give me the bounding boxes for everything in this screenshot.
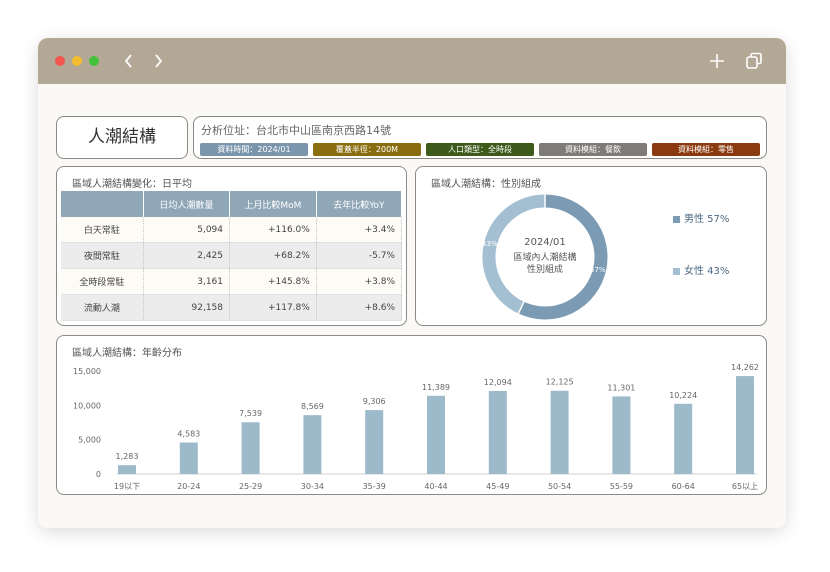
analysis-info-card: 分析位址：台北市中山區南京西路14號 資料時間：2024/01 覆蓋半徑：200… bbox=[193, 116, 767, 159]
age-bar-chart: 0 5,000 10,000 15,000 1,283 19以下 4,583 20-24 7,5… bbox=[73, 363, 759, 491]
table-header-blank bbox=[61, 191, 144, 217]
bar-value-label: 12,125 bbox=[546, 378, 574, 387]
bar bbox=[303, 415, 322, 474]
row-yoy: -5.7% bbox=[316, 242, 403, 269]
bar-value-label: 1,283 bbox=[116, 452, 139, 461]
analysis-address: 分析位址：台北市中山區南京西路14號 bbox=[201, 124, 391, 137]
legend-male-swatch bbox=[673, 215, 680, 223]
y-tick-label: 15,000 bbox=[73, 367, 101, 376]
tag-population-type: 人口類型：全時段 bbox=[426, 143, 534, 156]
legend-male-label: 男性 57% bbox=[684, 214, 730, 225]
bar bbox=[612, 396, 631, 474]
bar bbox=[488, 390, 507, 474]
x-tick-label: 45-49 bbox=[486, 482, 509, 491]
donut-center-date: 2024/01 bbox=[524, 237, 566, 248]
x-tick-label: 60-64 bbox=[672, 482, 695, 491]
table-header-count: 日均人潮數量 bbox=[143, 191, 231, 217]
bar bbox=[550, 390, 569, 474]
minimize-window-button[interactable] bbox=[72, 56, 82, 66]
browser-titlebar bbox=[38, 38, 786, 84]
bar-value-label: 8,569 bbox=[301, 402, 324, 411]
row-mom: +116.0% bbox=[229, 217, 317, 243]
row-mom: +68.2% bbox=[229, 242, 317, 269]
legend-female-label: 女性 43% bbox=[684, 266, 730, 277]
bar-value-label: 9,306 bbox=[363, 397, 386, 406]
bar bbox=[118, 465, 136, 474]
bar-value-label: 10,224 bbox=[669, 391, 697, 400]
daily-average-title: 區域人潮結構變化：日平均 bbox=[72, 179, 192, 190]
row-mom: +117.8% bbox=[229, 294, 317, 321]
age-panel: 區域人潮結構：年齡分布 0 5,000 10,000 15,000 1,283 19以下 4… bbox=[56, 335, 767, 495]
tag-data-module-retail: 資料模組：零售 bbox=[652, 143, 760, 156]
tag-coverage-radius: 覆蓋半徑：200M bbox=[313, 143, 421, 156]
row-yoy: +8.6% bbox=[316, 294, 403, 321]
row-yoy: +3.8% bbox=[316, 268, 403, 295]
y-tick-label: 10,000 bbox=[73, 401, 101, 410]
donut-male-percent: 57% bbox=[590, 266, 606, 274]
row-count: 3,161 bbox=[143, 268, 231, 295]
legend-male: 男性 57% bbox=[673, 210, 729, 225]
row-mom: +145.8% bbox=[229, 268, 317, 295]
row-label: 全時段常駐 bbox=[61, 268, 144, 295]
legend-female-swatch bbox=[673, 267, 680, 275]
bar-value-label: 11,301 bbox=[607, 383, 635, 392]
maximize-window-button[interactable] bbox=[89, 56, 99, 66]
daily-average-panel: 區域人潮結構變化：日平均 日均人潮數量 上月比較MoM 去年比較YoY 白天常駐… bbox=[56, 166, 407, 326]
bar-value-label: 11,389 bbox=[422, 383, 450, 392]
row-count: 5,094 bbox=[143, 217, 231, 243]
bar bbox=[179, 442, 198, 474]
x-tick-label: 20-24 bbox=[177, 482, 200, 491]
x-tick-label: 40-44 bbox=[424, 482, 447, 491]
daily-average-table: 日均人潮數量 上月比較MoM 去年比較YoY 白天常駐 5,094 +116.0… bbox=[61, 191, 403, 321]
table-header-row: 日均人潮數量 上月比較MoM 去年比較YoY bbox=[61, 191, 403, 217]
page-title-card: 人潮結構 bbox=[56, 116, 188, 159]
y-tick-label: 5,000 bbox=[78, 436, 101, 445]
row-yoy: +3.4% bbox=[316, 217, 403, 243]
bar-value-label: 14,262 bbox=[731, 363, 759, 372]
row-count: 92,158 bbox=[143, 294, 231, 321]
bar bbox=[736, 376, 754, 474]
table-row: 流動人潮 92,158 +117.8% +8.6% bbox=[61, 294, 403, 321]
x-tick-label: 19以下 bbox=[114, 482, 140, 491]
x-tick-label: 35-39 bbox=[363, 482, 386, 491]
row-label: 流動人潮 bbox=[61, 294, 144, 321]
x-tick-label: 25-29 bbox=[239, 482, 262, 491]
bar-value-label: 4,583 bbox=[177, 430, 200, 439]
row-label: 夜間常駐 bbox=[61, 242, 144, 269]
x-tick-label: 30-34 bbox=[301, 482, 324, 491]
page-title: 人潮結構 bbox=[88, 127, 156, 147]
x-tick-label: 50-54 bbox=[548, 482, 571, 491]
donut-female-percent: 43% bbox=[482, 240, 498, 248]
x-tick-label: 65以上 bbox=[732, 482, 758, 491]
gender-panel: 區域人潮結構：性別組成 2024/01 區域內人潮結構 性別組成 43% 57%… bbox=[415, 166, 767, 326]
row-label: 白天常駐 bbox=[61, 217, 144, 243]
chevron-right-icon[interactable] bbox=[152, 53, 164, 69]
tag-data-time: 資料時間：2024/01 bbox=[200, 143, 308, 156]
bar-value-label: 12,094 bbox=[484, 378, 512, 387]
table-row: 白天常駐 5,094 +116.0% +3.4% bbox=[61, 217, 403, 243]
chevron-left-icon[interactable] bbox=[123, 53, 135, 69]
copy-icon[interactable] bbox=[745, 52, 763, 70]
donut-center-caption: 性別組成 bbox=[526, 265, 563, 275]
tag-data-module-food: 資料模組：餐飲 bbox=[539, 143, 647, 156]
bar-value-label: 7,539 bbox=[239, 409, 262, 418]
legend-female: 女性 43% bbox=[673, 262, 729, 277]
x-tick-label: 55-59 bbox=[610, 482, 633, 491]
table-header-mom: 上月比較MoM bbox=[229, 191, 317, 217]
table-header-yoy: 去年比較YoY bbox=[316, 191, 403, 217]
bar bbox=[674, 403, 693, 474]
gender-title: 區域人潮結構：性別組成 bbox=[431, 179, 541, 190]
app-window: 人潮結構 分析位址：台北市中山區南京西路14號 資料時間：2024/01 覆蓋半… bbox=[38, 38, 786, 528]
table-row: 夜間常駐 2,425 +68.2% -5.7% bbox=[61, 242, 403, 269]
table-row: 全時段常駐 3,161 +145.8% +3.8% bbox=[61, 268, 403, 295]
bar bbox=[427, 395, 445, 474]
plus-icon[interactable] bbox=[709, 53, 725, 69]
close-window-button[interactable] bbox=[55, 56, 65, 66]
y-tick-label: 0 bbox=[96, 470, 101, 479]
row-count: 2,425 bbox=[143, 242, 231, 269]
bar bbox=[241, 422, 260, 474]
bar bbox=[365, 410, 384, 474]
